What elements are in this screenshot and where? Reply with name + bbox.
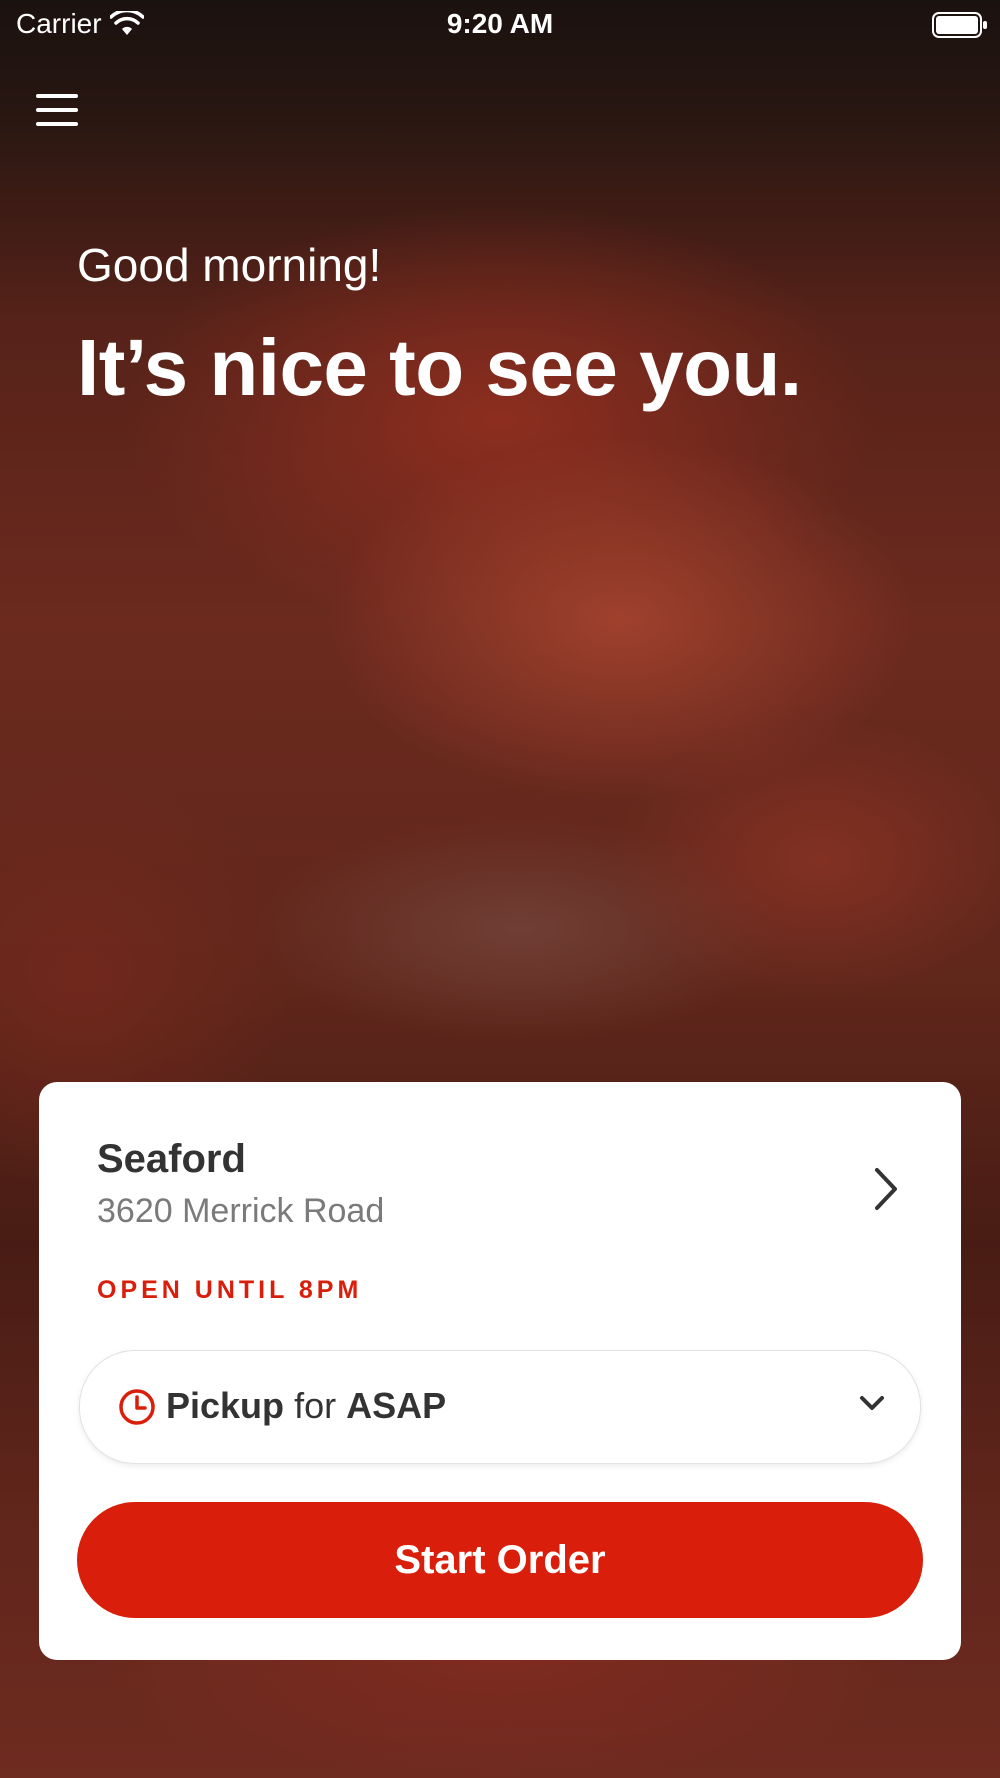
hamburger-menu-icon[interactable] — [36, 94, 78, 130]
status-bar: Carrier 9:20 AM — [0, 0, 1000, 50]
order-type: Pickup — [166, 1385, 285, 1426]
location-card: Seaford 3620 Merrick Road OPEN UNTIL 8PM… — [39, 1082, 961, 1660]
order-time: ASAP — [346, 1385, 447, 1426]
greeting-subtitle: Good morning! — [77, 239, 382, 291]
chevron-right-icon — [875, 1168, 897, 1210]
store-address: 3620 Merrick Road — [97, 1192, 385, 1230]
store-selector[interactable]: Seaford 3620 Merrick Road — [97, 1134, 921, 1244]
pickup-time-select[interactable]: Pickup for ASAP — [79, 1350, 921, 1464]
status-time: 9:20 AM — [446, 8, 554, 39]
clock-icon — [119, 1389, 155, 1425]
open-status: OPEN UNTIL 8PM — [97, 1276, 363, 1304]
pickup-text: Pickup for ASAP — [166, 1385, 446, 1427]
store-name: Seaford — [97, 1137, 246, 1181]
greeting-title: It’s nice to see you. — [77, 323, 802, 412]
chevron-down-icon — [860, 1396, 884, 1410]
battery-icon — [932, 12, 987, 38]
order-connector: for — [294, 1385, 337, 1426]
start-order-button[interactable]: Start Order — [77, 1502, 923, 1618]
